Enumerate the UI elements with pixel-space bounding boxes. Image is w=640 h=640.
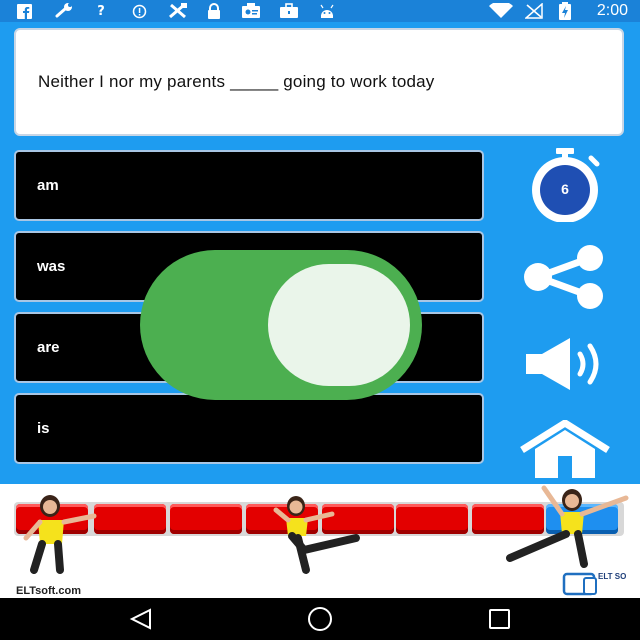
android-icon [318,3,336,19]
answer-label: was [37,258,66,275]
recents-icon[interactable] [487,607,513,631]
home-icon [520,420,610,478]
home-icon[interactable] [306,606,334,632]
answer-button-is[interactable]: is [14,393,484,464]
facebook-icon [16,3,32,19]
ad-banner[interactable]: ELTsoft.com ELT SOFT [0,484,640,598]
wifi-icon [488,3,514,19]
back-icon[interactable] [128,607,154,631]
elt-soft-logo: ELT SOFT [562,572,626,596]
progress-brick [170,504,242,534]
info-icon [130,3,148,19]
answer-button-am[interactable]: am [14,150,484,221]
battery-charging-icon [556,2,574,20]
briefcase-icon [278,3,300,19]
answer-label: is [37,420,50,437]
speaker-icon [526,338,599,390]
brand-logo-left: ELTsoft.com [16,585,81,597]
answer-label: am [37,177,59,194]
progress-brick [396,504,468,534]
lock-icon [206,3,222,19]
contact-icon [240,3,262,19]
elt-logo-text: ELT SOFT [598,572,626,581]
girl-figure-left [23,495,97,574]
wrench-icon [54,3,76,19]
home-button[interactable] [518,420,612,478]
question-text: Neither I nor my parents _____ going to … [38,72,435,91]
no-signal-icon [524,3,544,19]
sound-button[interactable] [520,334,610,394]
timer-value: 6 [561,181,569,197]
status-bar: ? 2:00 [0,0,640,22]
help-icon: ? [97,3,105,19]
progress-brick [94,504,166,534]
question-card: Neither I nor my parents _____ going to … [14,28,624,136]
timer: 6 [520,146,610,222]
navigation-bar [0,598,640,640]
girl-figure-middle [273,496,360,574]
toggle-switch[interactable] [140,250,422,400]
toggle-knob[interactable] [268,264,410,386]
clock: 2:00 [596,2,628,19]
tools-icon [166,3,190,19]
girl-figure-right [506,485,629,568]
share-icon [524,245,603,309]
answer-label: are [37,339,60,356]
share-button[interactable] [520,244,610,310]
